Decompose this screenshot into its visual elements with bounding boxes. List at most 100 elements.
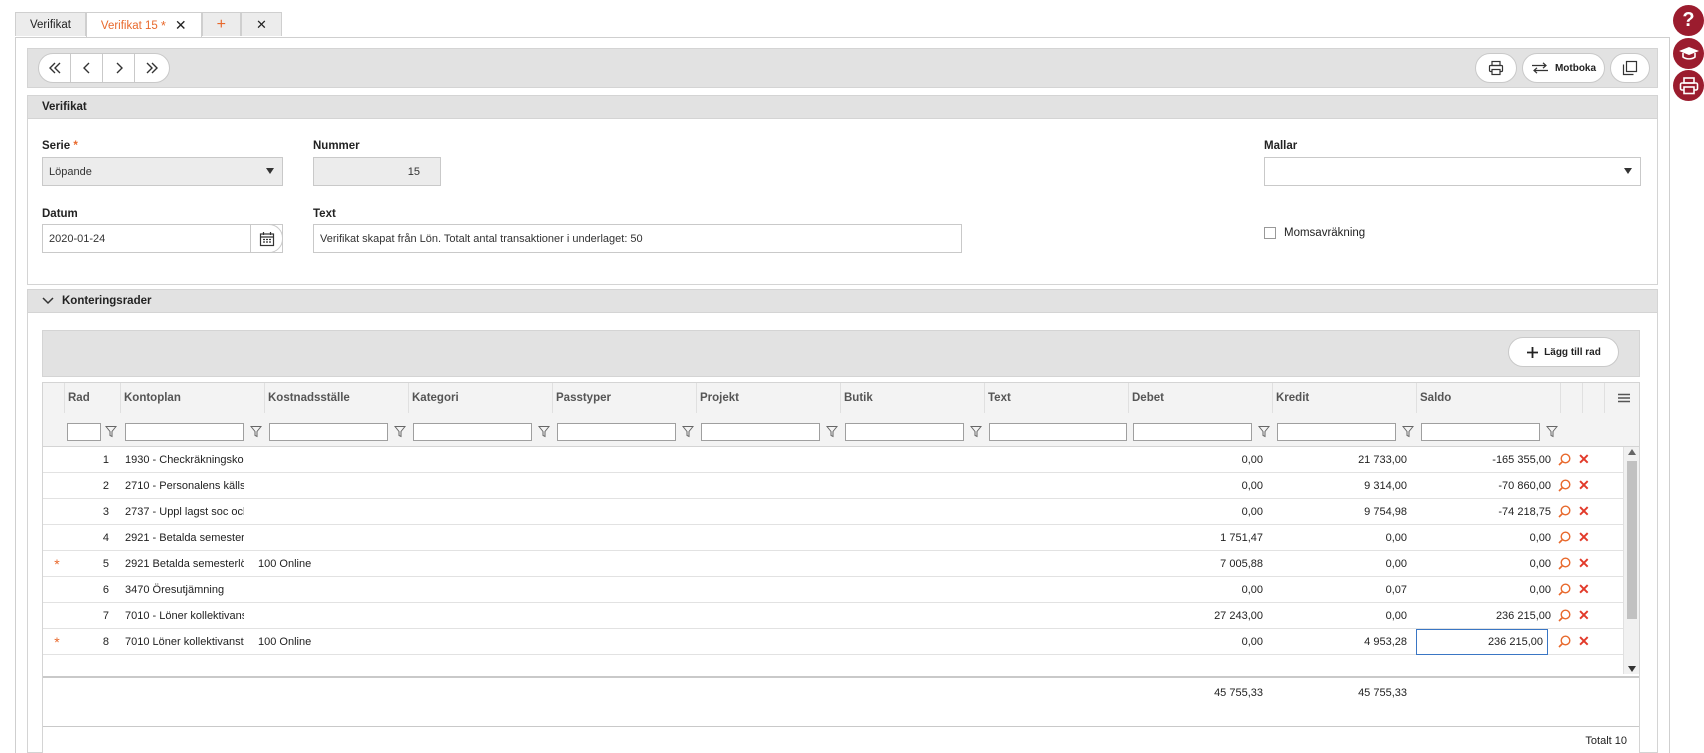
kostnadsstalle-cell[interactable] (258, 499, 378, 525)
search-icon[interactable] (1558, 531, 1571, 544)
kontoplan-cell[interactable]: 2921 Betalda semesterlöner (125, 551, 244, 577)
saldo-cell[interactable]: 0,00 (1421, 577, 1551, 603)
next-record-button[interactable] (103, 54, 135, 82)
graduation-cap-icon[interactable] (1673, 38, 1704, 69)
filter-funnel-icon[interactable] (1546, 425, 1558, 438)
scrollbar-thumb[interactable] (1627, 461, 1637, 619)
search-icon[interactable] (1558, 557, 1571, 570)
search-icon[interactable] (1558, 453, 1571, 466)
kostnadsstalle-cell[interactable] (258, 473, 378, 499)
filter-input-butik[interactable] (845, 423, 964, 441)
filter-funnel-icon[interactable] (826, 425, 838, 438)
saldo-cell[interactable]: 0,00 (1421, 525, 1551, 551)
close-all-tabs-button[interactable]: ✕ (240, 12, 282, 36)
kredit-cell[interactable]: 4 953,28 (1277, 629, 1407, 655)
filter-funnel-icon[interactable] (538, 425, 550, 438)
konteringsrader-panel-header[interactable]: Konteringsrader (27, 289, 1658, 313)
filter-input-kontoplan[interactable] (125, 423, 244, 441)
mallar-select[interactable] (1264, 157, 1641, 186)
filter-input-text[interactable] (989, 423, 1127, 441)
table-row[interactable]: * 5 2921 Betalda semesterlöner 100 Online 7 … (43, 551, 1623, 577)
filter-funnel-icon[interactable] (394, 425, 406, 438)
column-header-passtyper[interactable]: Passtyper (552, 383, 696, 413)
saldo-cell[interactable]: 236 215,00 (1416, 629, 1548, 655)
search-icon[interactable] (1558, 609, 1571, 622)
table-row[interactable]: 6 3470 Öresutjämning 0,00 0,07 0,00 ✕ (43, 577, 1623, 603)
grid-scrollbar[interactable] (1623, 447, 1639, 674)
search-icon[interactable] (1558, 583, 1571, 596)
table-row[interactable]: 2 2710 - Personalens källskatt 0,00 9 314,0… (43, 473, 1623, 499)
table-row[interactable]: 4 2921 - Betalda semesterlöner 1 751,47 0,0… (43, 525, 1623, 551)
saldo-cell[interactable]: -165 355,00 (1421, 447, 1551, 473)
tab-verifikat-15[interactable]: Verifikat 15 * ✕ (85, 12, 202, 38)
delete-row-icon[interactable]: ✕ (1578, 633, 1590, 650)
delete-row-icon[interactable]: ✕ (1578, 581, 1590, 598)
add-row-button[interactable]: Lägg till rad (1508, 337, 1619, 367)
kontoplan-cell[interactable]: 7010 Löner kollektivanställda (125, 629, 244, 655)
print-button[interactable] (1475, 53, 1517, 83)
kredit-cell[interactable]: 0,00 (1277, 551, 1407, 577)
kredit-cell[interactable]: 0,00 (1277, 525, 1407, 551)
delete-row-icon[interactable]: ✕ (1578, 503, 1590, 520)
filter-input-passtyper[interactable] (557, 423, 676, 441)
filter-input-kostnadsstalle[interactable] (269, 423, 388, 441)
column-header-saldo[interactable]: Saldo (1416, 383, 1560, 413)
filter-input-projekt[interactable] (701, 423, 820, 441)
column-header-debet[interactable]: Debet (1128, 383, 1272, 413)
filter-funnel-icon[interactable] (970, 425, 982, 438)
saldo-cell[interactable]: 236 215,00 (1421, 603, 1551, 629)
debet-cell[interactable]: 0,00 (1133, 473, 1263, 499)
column-header-kontoplan[interactable]: Kontoplan (120, 383, 264, 413)
kontoplan-cell[interactable]: 1930 - Checkräkningskonto (125, 447, 244, 473)
column-header-projekt[interactable]: Projekt (696, 383, 840, 413)
search-icon[interactable] (1558, 479, 1571, 492)
last-record-button[interactable] (135, 54, 169, 82)
help-question-icon[interactable]: ? (1673, 5, 1704, 36)
kontoplan-cell[interactable]: 2737 - Uppl lagst soc och arb (125, 499, 244, 525)
kostnadsstalle-cell[interactable] (258, 603, 378, 629)
kostnadsstalle-cell[interactable]: 100 Online (258, 551, 378, 577)
motboka-button[interactable]: Motboka (1522, 53, 1605, 83)
kredit-cell[interactable]: 21 733,00 (1277, 447, 1407, 473)
kredit-cell[interactable]: 0,00 (1277, 603, 1407, 629)
table-row[interactable]: 7 7010 - Löner kollektivanställda 27 243,0… (43, 603, 1623, 629)
kontoplan-cell[interactable]: 3470 Öresutjämning (125, 577, 244, 603)
column-menu-button[interactable] (1604, 383, 1639, 413)
table-row[interactable]: 3 2737 - Uppl lagst soc och arb 0,00 9 754,… (43, 499, 1623, 525)
delete-row-icon[interactable]: ✕ (1578, 477, 1590, 494)
copy-button[interactable] (1610, 53, 1650, 83)
filter-funnel-icon[interactable] (1402, 425, 1414, 438)
calendar-button[interactable] (250, 224, 283, 253)
datum-field[interactable]: 2020-01-24 (42, 224, 283, 253)
debet-cell[interactable]: 0,00 (1133, 629, 1263, 655)
debet-cell[interactable]: 0,00 (1133, 499, 1263, 525)
scroll-down-arrow-icon[interactable] (1628, 666, 1636, 672)
filter-input-saldo[interactable] (1421, 423, 1540, 441)
kredit-cell[interactable]: 9 314,00 (1277, 473, 1407, 499)
momsavrakning-option[interactable]: Momsavräkning (1264, 227, 1365, 239)
debet-cell[interactable]: 0,00 (1133, 447, 1263, 473)
column-header-butik[interactable]: Butik (840, 383, 984, 413)
print-support-icon[interactable] (1673, 70, 1704, 101)
filter-input-rad[interactable] (67, 423, 101, 441)
tab-verifikat[interactable]: Verifikat (15, 12, 86, 36)
kostnadsstalle-cell[interactable] (258, 525, 378, 551)
filter-funnel-icon[interactable] (250, 425, 262, 438)
kredit-cell[interactable]: 0,07 (1277, 577, 1407, 603)
kredit-cell[interactable]: 9 754,98 (1277, 499, 1407, 525)
filter-funnel-icon[interactable] (1258, 425, 1270, 438)
delete-row-icon[interactable]: ✕ (1578, 555, 1590, 572)
debet-cell[interactable]: 1 751,47 (1133, 525, 1263, 551)
kostnadsstalle-cell[interactable]: 100 Online (258, 629, 378, 655)
kontoplan-cell[interactable]: 2710 - Personalens källskatt (125, 473, 244, 499)
search-icon[interactable] (1558, 635, 1571, 648)
column-header-text[interactable]: Text (984, 383, 1128, 413)
kontoplan-cell[interactable]: 7010 - Löner kollektivanställda (125, 603, 244, 629)
kostnadsstalle-cell[interactable] (258, 577, 378, 603)
search-icon[interactable] (1558, 505, 1571, 518)
kontoplan-cell[interactable]: 2921 - Betalda semesterlöner (125, 525, 244, 551)
filter-input-debet[interactable] (1133, 423, 1252, 441)
filter-input-kredit[interactable] (1277, 423, 1396, 441)
first-record-button[interactable] (39, 54, 71, 82)
debet-cell[interactable]: 7 005,88 (1133, 551, 1263, 577)
